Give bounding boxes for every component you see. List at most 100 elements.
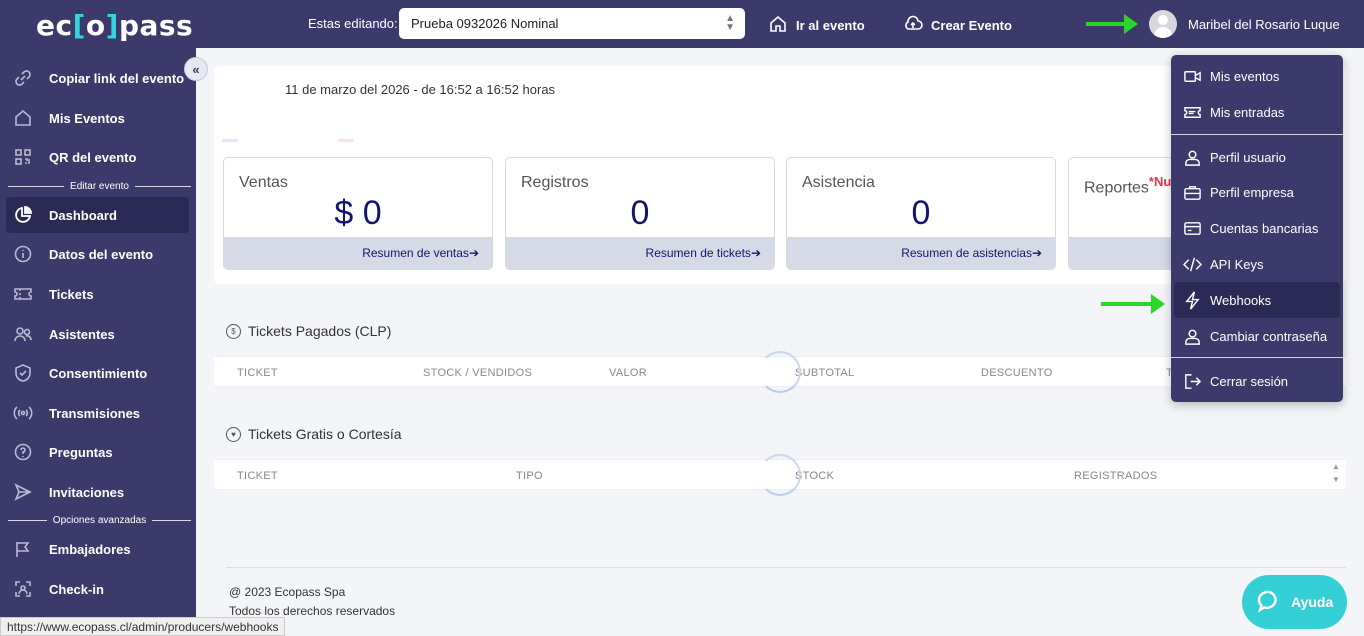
- code-icon: [1182, 254, 1202, 274]
- menu-item-company-profile[interactable]: Perfil empresa: [1174, 174, 1340, 210]
- stat-title: Registros: [521, 174, 589, 191]
- sidebar-item-label: Preguntas: [49, 444, 113, 460]
- arrow-right-icon: ➔: [468, 246, 479, 260]
- menu-item-label: Mis eventos: [1210, 68, 1280, 84]
- sidebar-item-my-events[interactable]: Mis Eventos: [6, 100, 189, 136]
- event-select-value: Prueba 0932026 Nominal: [411, 16, 559, 31]
- sidebar-item-label: Transmisiones: [49, 405, 141, 421]
- link-icon: [12, 67, 34, 89]
- menu-item-user-profile[interactable]: Perfil usuario: [1174, 139, 1340, 175]
- stat-title: Ventas: [239, 174, 288, 191]
- home-icon: [768, 14, 788, 37]
- sidebar-item-copy-link[interactable]: Copiar link del evento: [6, 60, 189, 96]
- tickets-summary-link[interactable]: Resumen de tickets➔: [506, 237, 774, 269]
- column-header: TICKET: [237, 367, 278, 379]
- annotation-arrow-webhooks: [1101, 294, 1165, 314]
- arrow-right-icon: ➔: [750, 246, 761, 260]
- chat-bubble-icon: [1256, 588, 1282, 617]
- tab-indicator: [338, 139, 354, 142]
- sidebar-item-label: Check-in: [49, 581, 104, 597]
- sidebar-item-label: Dashboard: [49, 207, 117, 223]
- create-event-link[interactable]: Crear Evento: [903, 14, 1012, 37]
- menu-divider: [1171, 134, 1343, 135]
- editing-label: Estas editando:: [308, 16, 398, 31]
- users-icon: [12, 323, 34, 345]
- lightning-icon: [1182, 290, 1202, 310]
- user-icon: [1182, 326, 1202, 346]
- sidebar-item-attendees[interactable]: Asistentes: [6, 316, 189, 352]
- menu-item-my-tickets[interactable]: Mis entradas: [1174, 94, 1340, 130]
- menu-item-label: Perfil empresa: [1210, 184, 1294, 200]
- scroll-arrows[interactable]: ▲ ▼: [1332, 460, 1340, 486]
- sidebar-item-label: Asistentes: [49, 326, 115, 342]
- top-bar: ec[o]pass Estas editando: Prueba 0932026…: [0, 0, 1364, 48]
- menu-item-label: Cerrar sesión: [1210, 373, 1289, 389]
- menu-item-api-keys[interactable]: API Keys: [1174, 246, 1340, 282]
- menu-item-label: API Keys: [1210, 256, 1264, 272]
- help-button[interactable]: Ayuda: [1242, 575, 1347, 629]
- menu-item-label: Cuentas bancarias: [1210, 220, 1319, 236]
- question-icon: [12, 441, 34, 463]
- menu-item-logout[interactable]: Cerrar sesión: [1174, 363, 1340, 399]
- go-to-event-link[interactable]: Ir al evento: [768, 14, 865, 37]
- column-header: SUBTOTAL: [795, 367, 855, 379]
- money-icon: $: [226, 323, 241, 339]
- sidebar-item-consent[interactable]: Consentimiento: [6, 355, 189, 391]
- sidebar-item-check-in[interactable]: Check-in: [6, 571, 189, 607]
- loading-spinner: [759, 454, 801, 496]
- sidebar-item-invitations[interactable]: Invitaciones: [6, 474, 189, 510]
- section-divider-advanced: Opciones avanzadas: [8, 513, 191, 527]
- menu-item-webhooks[interactable]: Webhooks: [1174, 282, 1340, 318]
- stat-value: 0: [911, 194, 931, 232]
- collapse-sidebar-button[interactable]: «: [184, 57, 208, 81]
- user-name[interactable]: Maribel del Rosario Luque: [1188, 17, 1340, 32]
- sidebar-item-dashboard[interactable]: Dashboard: [6, 197, 189, 233]
- briefcase-icon: [1182, 182, 1202, 202]
- sidebar-item-label: QR del evento: [49, 149, 137, 165]
- sidebar-item-label: Datos del evento: [49, 246, 154, 262]
- column-header: TIPO: [516, 470, 543, 482]
- sidebar-item-broadcasts[interactable]: Transmisiones: [6, 395, 189, 431]
- menu-item-bank-accounts[interactable]: Cuentas bancarias: [1174, 210, 1340, 246]
- pie-chart-icon: [12, 204, 34, 226]
- column-header: DESCUENTO: [981, 367, 1053, 379]
- paid-tickets-title: $ Tickets Pagados (CLP): [226, 323, 391, 339]
- annotation-arrow-user: [1086, 14, 1138, 34]
- footer-rights: Todos los derechos reservados: [229, 604, 396, 618]
- stat-title: Asistencia: [802, 174, 875, 191]
- new-badge: *Nu: [1148, 174, 1172, 189]
- menu-item-my-events[interactable]: Mis eventos: [1174, 58, 1340, 94]
- qr-icon: [12, 146, 34, 168]
- menu-item-label: Cambiar contraseña: [1210, 328, 1328, 344]
- menu-item-label: Perfil usuario: [1210, 149, 1286, 165]
- sidebar-item-tickets[interactable]: Tickets: [6, 276, 189, 312]
- sidebar-item-qr[interactable]: QR del evento: [6, 139, 189, 175]
- home-icon: [12, 107, 34, 129]
- sidebar-item-event-data[interactable]: Datos del evento: [6, 236, 189, 272]
- stat-card-sales: Ventas $ 0 Resumen de ventas➔: [223, 157, 493, 270]
- sidebar-item-label: Tickets: [49, 286, 94, 302]
- help-label: Ayuda: [1291, 594, 1334, 610]
- scan-icon: [12, 578, 34, 600]
- cloud-upload-icon: [903, 14, 923, 37]
- sidebar-item-label: Mis Eventos: [49, 110, 125, 126]
- footer-copyright: @ 2023 Ecopass Spa: [229, 585, 346, 599]
- send-icon: [12, 481, 34, 503]
- stat-card-registrations: Registros 0 Resumen de tickets➔: [505, 157, 775, 270]
- sales-summary-link[interactable]: Resumen de ventas➔: [224, 237, 492, 269]
- sidebar-item-ambassadors[interactable]: Embajadores: [6, 531, 189, 567]
- flag-icon: [12, 538, 34, 560]
- column-header: REGISTRADOS: [1074, 470, 1158, 482]
- sidebar-item-label: Consentimiento: [49, 365, 148, 381]
- event-select[interactable]: Prueba 0932026 Nominal ▲ ▼: [399, 8, 745, 39]
- footer-divider: [226, 567, 1346, 568]
- stat-value: 0: [630, 194, 650, 232]
- credit-card-icon: [1182, 218, 1202, 238]
- menu-item-change-password[interactable]: Cambiar contraseña: [1174, 318, 1340, 354]
- sidebar-item-questions[interactable]: Preguntas: [6, 434, 189, 470]
- menu-item-label: Webhooks: [1210, 292, 1272, 308]
- avatar[interactable]: [1149, 10, 1177, 38]
- ecopass-logo[interactable]: ec[o]pass: [36, 9, 193, 42]
- menu-item-label: Mis entradas: [1210, 104, 1285, 120]
- attendance-summary-link[interactable]: Resumen de asistencias➔: [787, 237, 1055, 269]
